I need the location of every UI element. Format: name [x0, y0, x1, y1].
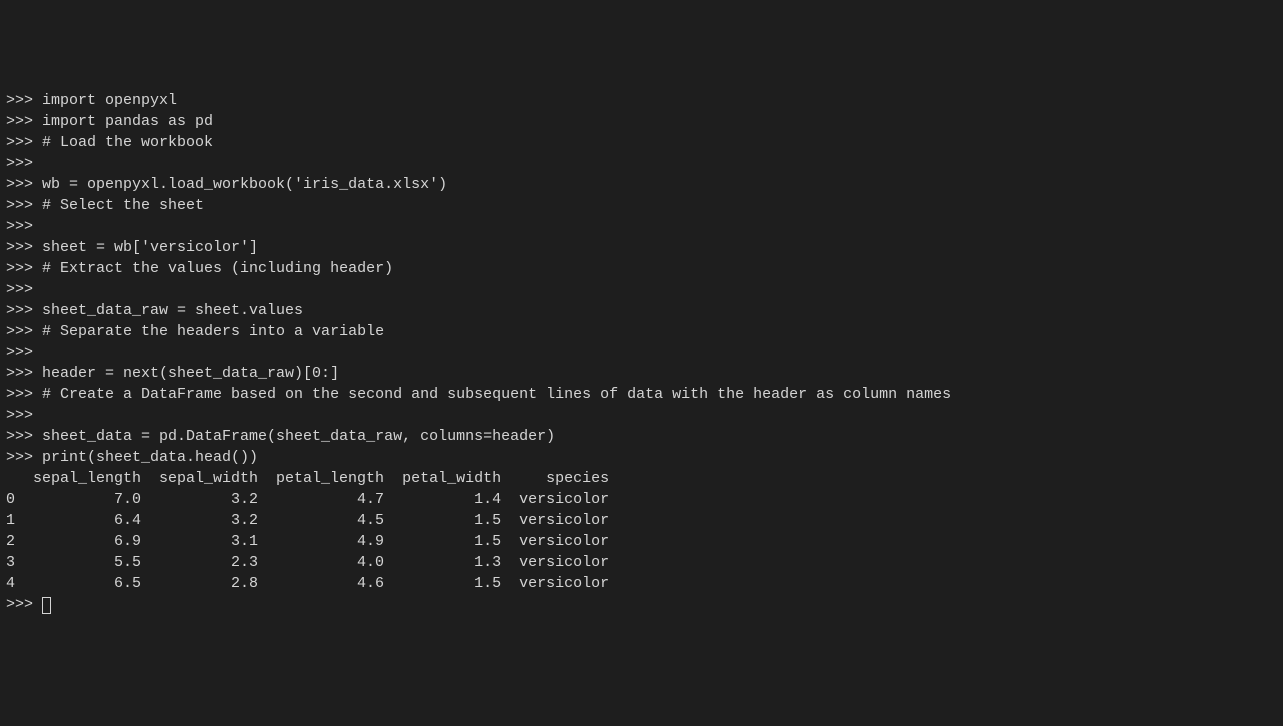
repl-line: >>> [6, 216, 1277, 237]
repl-prompt: >>> [6, 596, 42, 613]
repl-code: sheet_data = pd.DataFrame(sheet_data_raw… [42, 428, 555, 445]
repl-line: >>> header = next(sheet_data_raw)[0:] [6, 363, 1277, 384]
repl-line: >>> # Extract the values (including head… [6, 258, 1277, 279]
repl-line: >>> sheet_data = pd.DataFrame(sheet_data… [6, 426, 1277, 447]
repl-code: sheet = wb['versicolor'] [42, 239, 258, 256]
repl-line: >>> # Load the workbook [6, 132, 1277, 153]
repl-prompt: >>> [6, 407, 42, 424]
repl-line: >>> # Create a DataFrame based on the se… [6, 384, 1277, 405]
repl-code: # Select the sheet [42, 197, 204, 214]
repl-line: >>> sheet_data_raw = sheet.values [6, 300, 1277, 321]
repl-prompt: >>> [6, 197, 42, 214]
repl-prompt: >>> [6, 428, 42, 445]
repl-prompt: >>> [6, 302, 42, 319]
repl-line: >>> [6, 342, 1277, 363]
repl-prompt: >>> [6, 92, 42, 109]
repl-line: >>> print(sheet_data.head()) [6, 447, 1277, 468]
output-row: 1 6.4 3.2 4.5 1.5 versicolor [6, 510, 1277, 531]
repl-line: >>> sheet = wb['versicolor'] [6, 237, 1277, 258]
repl-prompt: >>> [6, 365, 42, 382]
repl-prompt: >>> [6, 449, 42, 466]
repl-prompt: >>> [6, 281, 42, 298]
output-row: 3 5.5 2.3 4.0 1.3 versicolor [6, 552, 1277, 573]
repl-code: # Separate the headers into a variable [42, 323, 384, 340]
repl-prompt: >>> [6, 239, 42, 256]
repl-prompt: >>> [6, 386, 42, 403]
repl-code: header = next(sheet_data_raw)[0:] [42, 365, 339, 382]
repl-code: print(sheet_data.head()) [42, 449, 258, 466]
repl-line: >>> import pandas as pd [6, 111, 1277, 132]
output-row: 4 6.5 2.8 4.6 1.5 versicolor [6, 573, 1277, 594]
repl-prompt: >>> [6, 134, 42, 151]
repl-prompt: >>> [6, 218, 42, 235]
python-repl-terminal[interactable]: >>> import openpyxl>>> import pandas as … [6, 90, 1277, 615]
repl-prompt: >>> [6, 176, 42, 193]
repl-active-line[interactable]: >>> [6, 594, 1277, 615]
repl-line: >>> [6, 405, 1277, 426]
output-header: sepal_length sepal_width petal_length pe… [6, 468, 1277, 489]
output-row: 0 7.0 3.2 4.7 1.4 versicolor [6, 489, 1277, 510]
repl-code: sheet_data_raw = sheet.values [42, 302, 303, 319]
repl-line: >>> [6, 153, 1277, 174]
repl-code: import openpyxl [42, 92, 177, 109]
repl-code: wb = openpyxl.load_workbook('iris_data.x… [42, 176, 447, 193]
repl-prompt: >>> [6, 344, 42, 361]
repl-code: # Extract the values (including header) [42, 260, 393, 277]
repl-prompt: >>> [6, 323, 42, 340]
repl-line: >>> wb = openpyxl.load_workbook('iris_da… [6, 174, 1277, 195]
repl-code: # Load the workbook [42, 134, 213, 151]
repl-code: import pandas as pd [42, 113, 213, 130]
repl-prompt: >>> [6, 260, 42, 277]
cursor-icon [42, 597, 51, 614]
repl-line: >>> # Select the sheet [6, 195, 1277, 216]
repl-prompt: >>> [6, 113, 42, 130]
repl-line: >>> [6, 279, 1277, 300]
output-row: 2 6.9 3.1 4.9 1.5 versicolor [6, 531, 1277, 552]
repl-code: # Create a DataFrame based on the second… [42, 386, 951, 403]
repl-prompt: >>> [6, 155, 42, 172]
repl-line: >>> import openpyxl [6, 90, 1277, 111]
repl-line: >>> # Separate the headers into a variab… [6, 321, 1277, 342]
